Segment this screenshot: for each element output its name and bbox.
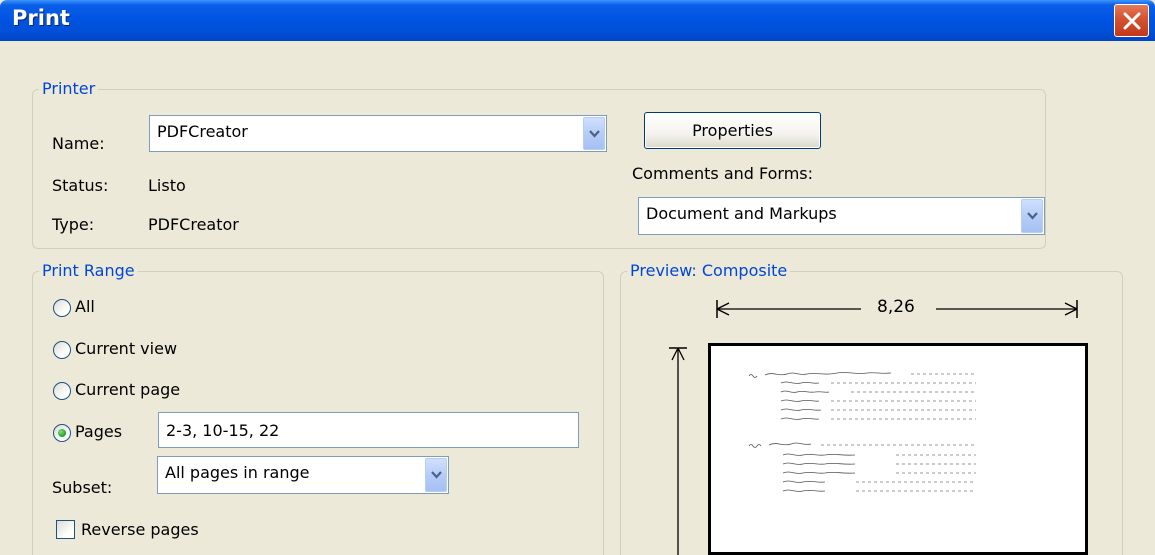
pages-input[interactable] xyxy=(158,412,579,448)
dialog-body: Printer Name: PDFCreator Status: Listo T… xyxy=(3,41,1152,555)
radio-current-page[interactable]: Current page xyxy=(53,380,253,404)
radio-all-label: All xyxy=(75,297,95,316)
chevron-down-icon[interactable] xyxy=(425,458,447,492)
subset-value: All pages in range xyxy=(165,463,310,482)
reverse-pages-label: Reverse pages xyxy=(81,520,199,539)
reverse-pages-checkbox[interactable] xyxy=(56,520,75,539)
printer-name-value: PDFCreator xyxy=(157,122,248,141)
type-label: Type: xyxy=(52,215,95,234)
radio-all[interactable]: All xyxy=(53,297,173,321)
radio-current-page-label: Current page xyxy=(75,380,181,399)
print-range-legend: Print Range xyxy=(39,261,138,280)
radio-pages-button[interactable] xyxy=(53,424,71,442)
comments-forms-label: Comments and Forms: xyxy=(632,164,814,183)
page-preview-content xyxy=(748,372,976,492)
pages-input-field[interactable] xyxy=(159,413,578,447)
properties-button[interactable]: Properties xyxy=(644,112,821,149)
height-dimension-arrow xyxy=(669,347,687,555)
chevron-down-icon[interactable] xyxy=(1021,199,1043,233)
preview-legend: Preview: Composite xyxy=(627,261,791,280)
radio-pages-label: Pages xyxy=(75,422,123,441)
radio-all-button[interactable] xyxy=(53,299,71,317)
name-label: Name: xyxy=(52,134,105,153)
page-preview xyxy=(708,343,1088,555)
window-title: Print xyxy=(12,6,70,30)
type-value: PDFCreator xyxy=(148,215,239,234)
status-label: Status: xyxy=(52,176,109,195)
radio-current-view[interactable]: Current view xyxy=(53,339,253,363)
subset-dropdown[interactable]: All pages in range xyxy=(157,456,449,494)
properties-button-label: Properties xyxy=(692,121,773,140)
comments-forms-value: Document and Markups xyxy=(646,204,837,223)
radio-current-view-button[interactable] xyxy=(53,341,71,359)
radio-current-page-button[interactable] xyxy=(53,382,71,400)
printer-group-legend: Printer xyxy=(39,79,99,98)
radio-pages[interactable]: Pages xyxy=(53,422,153,446)
width-dimension-label: 8,26 xyxy=(877,297,915,317)
status-value: Listo xyxy=(148,176,186,195)
chevron-down-icon[interactable] xyxy=(583,117,605,150)
title-bar[interactable]: Print xyxy=(0,0,1155,41)
radio-current-view-label: Current view xyxy=(75,339,178,358)
subset-label: Subset: xyxy=(52,478,113,497)
comments-forms-dropdown[interactable]: Document and Markups xyxy=(638,197,1045,235)
printer-name-dropdown[interactable]: PDFCreator xyxy=(149,115,607,152)
close-button[interactable] xyxy=(1114,4,1149,37)
